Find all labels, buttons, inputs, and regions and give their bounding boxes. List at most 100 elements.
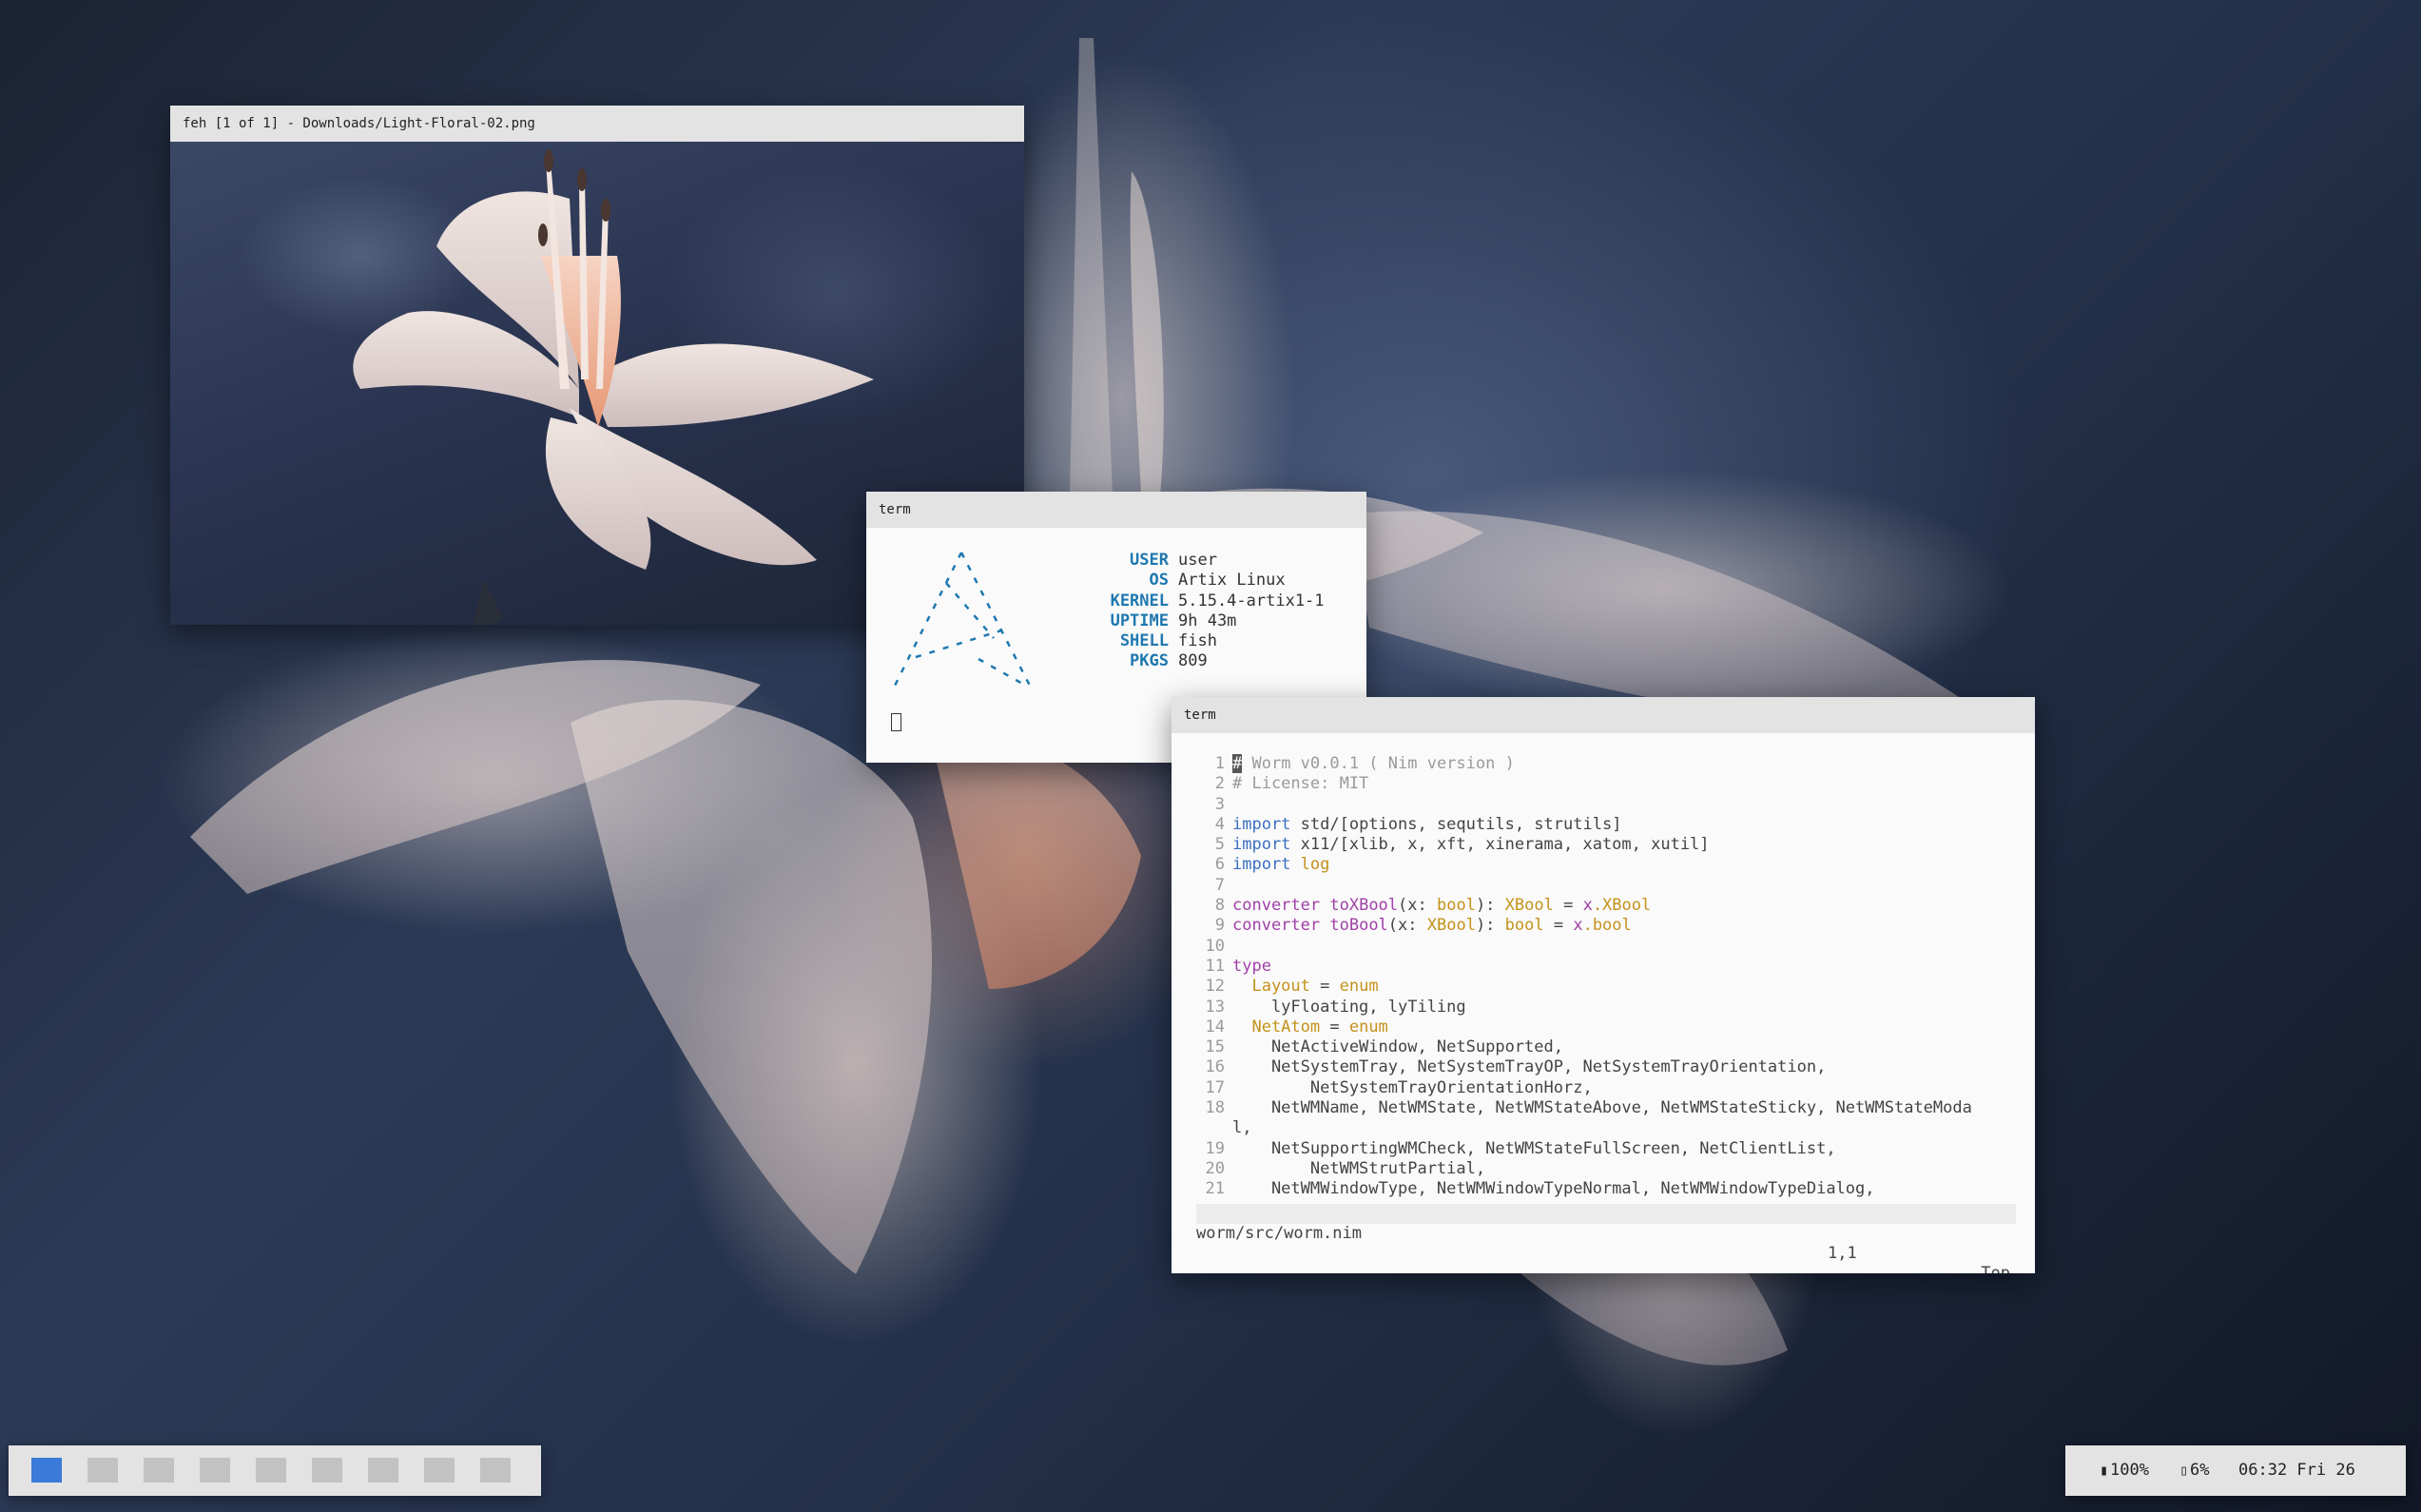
line-number: 20	[1205, 1158, 1225, 1178]
editor-statusline: worm/src/worm.nim 1,1 Top	[1196, 1204, 2016, 1273]
code-line[interactable]: 7	[1196, 876, 2016, 896]
line-number: 14	[1205, 1017, 1225, 1037]
workspace-button-3[interactable]	[144, 1458, 174, 1483]
editor-body[interactable]: 1 # Worm v0.0.1 ( Nim version ) 2 # License…	[1172, 733, 2035, 1273]
battery-value: 100%	[2110, 1461, 2149, 1480]
code-line[interactable]: 8 converter toXBool(x: bool): XBool = x.X…	[1196, 896, 2016, 916]
line-number: 4	[1214, 814, 1225, 834]
code-line[interactable]: 1 # Worm v0.0.1 ( Nim version )	[1196, 754, 2016, 774]
editor-titlebar[interactable]: term	[1172, 697, 2035, 733]
code-line[interactable]: 3	[1196, 795, 2016, 815]
info-row-pkgs: PKGS 809	[1130, 651, 1208, 671]
code-line[interactable]: l,	[1196, 1118, 2016, 1138]
code-token: ):	[1475, 896, 1505, 916]
status-bar: ▮ 100% ▯ 6% 06:32 Fri 26	[2065, 1445, 2406, 1496]
code-token: converter	[1232, 916, 1321, 936]
code-line[interactable]: 10	[1196, 937, 2016, 957]
code-token: import	[1232, 835, 1291, 855]
line-number: 15	[1205, 1037, 1225, 1057]
code-token: bool	[1504, 916, 1544, 936]
info-row-kernel: KERNEL 5.15.4-artix1-1	[1110, 591, 1325, 611]
code-token: NetAtom	[1232, 1017, 1321, 1037]
code-line[interactable]: 15 NetActiveWindow, NetSupported,	[1196, 1037, 2016, 1057]
code-token: toXBool	[1329, 896, 1399, 916]
workspace-button-2[interactable]	[87, 1458, 118, 1483]
line-number: 13	[1205, 997, 1225, 1017]
code-line[interactable]: 20 NetWMStrutPartial,	[1196, 1159, 2016, 1179]
code-buffer[interactable]: 1 # Worm v0.0.1 ( Nim version ) 2 # License…	[1196, 754, 2016, 1200]
code-token: Layout	[1232, 977, 1310, 997]
editor-terminal[interactable]: term 1 # Worm v0.0.1 ( Nim version ) 2 # Li…	[1172, 697, 2035, 1273]
status-scroll-position: Top	[1981, 1264, 2010, 1273]
line-number: 6	[1214, 855, 1225, 875]
workspace-button-5[interactable]	[256, 1458, 286, 1483]
code-token: std/[options, sequtils, strutils]	[1290, 814, 1622, 834]
line-number: 11	[1205, 956, 1225, 976]
code-token: log	[1290, 855, 1330, 875]
code-token: ):	[1475, 916, 1505, 936]
code-line[interactable]: 17 NetSystemTrayOrientationHorz,	[1196, 1078, 2016, 1098]
code-token: bool	[1436, 896, 1476, 916]
battery-status: ▮ 100%	[2100, 1445, 2149, 1496]
line-number: 19	[1205, 1138, 1225, 1158]
memory-value: 6%	[2190, 1461, 2210, 1480]
terminal-cursor	[891, 713, 901, 731]
code-line[interactable]: 4 import std/[options, sequtils, strutils…	[1196, 815, 2016, 835]
code-line[interactable]: 6 import log	[1196, 855, 2016, 875]
workspace-button-1[interactable]	[31, 1458, 62, 1483]
line-number: 12	[1205, 977, 1225, 997]
line-number: 18	[1205, 1098, 1225, 1118]
workspace-button-6[interactable]	[312, 1458, 342, 1483]
status-cursor-position: 1,1	[1828, 1244, 1857, 1263]
memory-status: ▯ 6%	[2179, 1445, 2210, 1496]
info-row-user: USER user	[1130, 551, 1217, 570]
code-line[interactable]: 11 type	[1196, 957, 2016, 977]
line-number: 3	[1214, 794, 1225, 814]
workspace-button-9[interactable]	[480, 1458, 511, 1483]
code-line[interactable]: 16 NetSystemTray, NetSystemTrayOP, NetSy…	[1196, 1057, 2016, 1077]
code-token: enum	[1348, 1017, 1388, 1037]
line-number: 17	[1205, 1077, 1225, 1097]
code-line[interactable]: 12 Layout = enum	[1196, 977, 2016, 997]
code-token: type	[1232, 956, 1271, 976]
code-line[interactable]: 2 # License: MIT	[1196, 774, 2016, 794]
code-line[interactable]: 14 NetAtom = enum	[1196, 1018, 2016, 1037]
line-number: 10	[1205, 936, 1225, 956]
code-line[interactable]: 9 converter toBool(x: XBool): bool = x.bo…	[1196, 916, 2016, 936]
code-token: NetSystemTray, NetSystemTrayOP, NetSyste…	[1232, 1057, 1827, 1077]
line-number: 9	[1214, 916, 1225, 936]
line-number: 7	[1214, 875, 1225, 895]
code-token: =	[1309, 977, 1340, 997]
line-number: 21	[1205, 1179, 1225, 1199]
code-token: NetActiveWindow, NetSupported,	[1232, 1037, 1563, 1057]
code-token: XBool	[1504, 896, 1554, 916]
line-number: 2	[1214, 774, 1225, 794]
workspace-button-7[interactable]	[368, 1458, 398, 1483]
code-token: x11/[xlib, x, xft, xinerama, xatom, xuti…	[1290, 835, 1710, 855]
neofetch-titlebar[interactable]: term	[866, 492, 1366, 528]
code-token: enum	[1339, 977, 1379, 997]
code-line[interactable]: 13 lyFloating, lyTiling	[1196, 998, 2016, 1018]
workspace-button-8[interactable]	[424, 1458, 455, 1483]
code-token: .XBool	[1592, 896, 1652, 916]
clock: 06:32 Fri 26	[2238, 1461, 2355, 1480]
info-row-uptime: UPTIME 9h 43m	[1110, 611, 1237, 630]
code-token: NetWMStrutPartial,	[1232, 1158, 1486, 1178]
code-token: import	[1232, 814, 1291, 834]
workspace-button-4[interactable]	[200, 1458, 230, 1483]
code-line[interactable]: 21 NetWMWindowType, NetWMWindowTypeNorma…	[1196, 1179, 2016, 1199]
text-cursor: #	[1232, 754, 1243, 773]
code-line[interactable]: 5 import x11/[xlib, x, xft, xinerama, xat…	[1196, 835, 2016, 855]
code-token: x	[1573, 916, 1583, 936]
code-line[interactable]: 19 NetSupportingWMCheck, NetWMStateFullS…	[1196, 1139, 2016, 1159]
code-token: XBool	[1426, 916, 1476, 936]
feh-titlebar[interactable]: feh [1 of 1] - Downloads/Light-Floral-02…	[170, 106, 1024, 142]
code-token: (x:	[1398, 896, 1437, 916]
code-line[interactable]: 18 NetWMName, NetWMState, NetWMStateAbov…	[1196, 1098, 2016, 1118]
code-token: NetSystemTrayOrientationHorz,	[1232, 1077, 1593, 1097]
code-token: =	[1553, 896, 1583, 916]
code-token: NetWMWindowType, NetWMWindowTypeNormal, …	[1232, 1179, 1875, 1199]
code-token: # License: MIT	[1232, 774, 1369, 794]
